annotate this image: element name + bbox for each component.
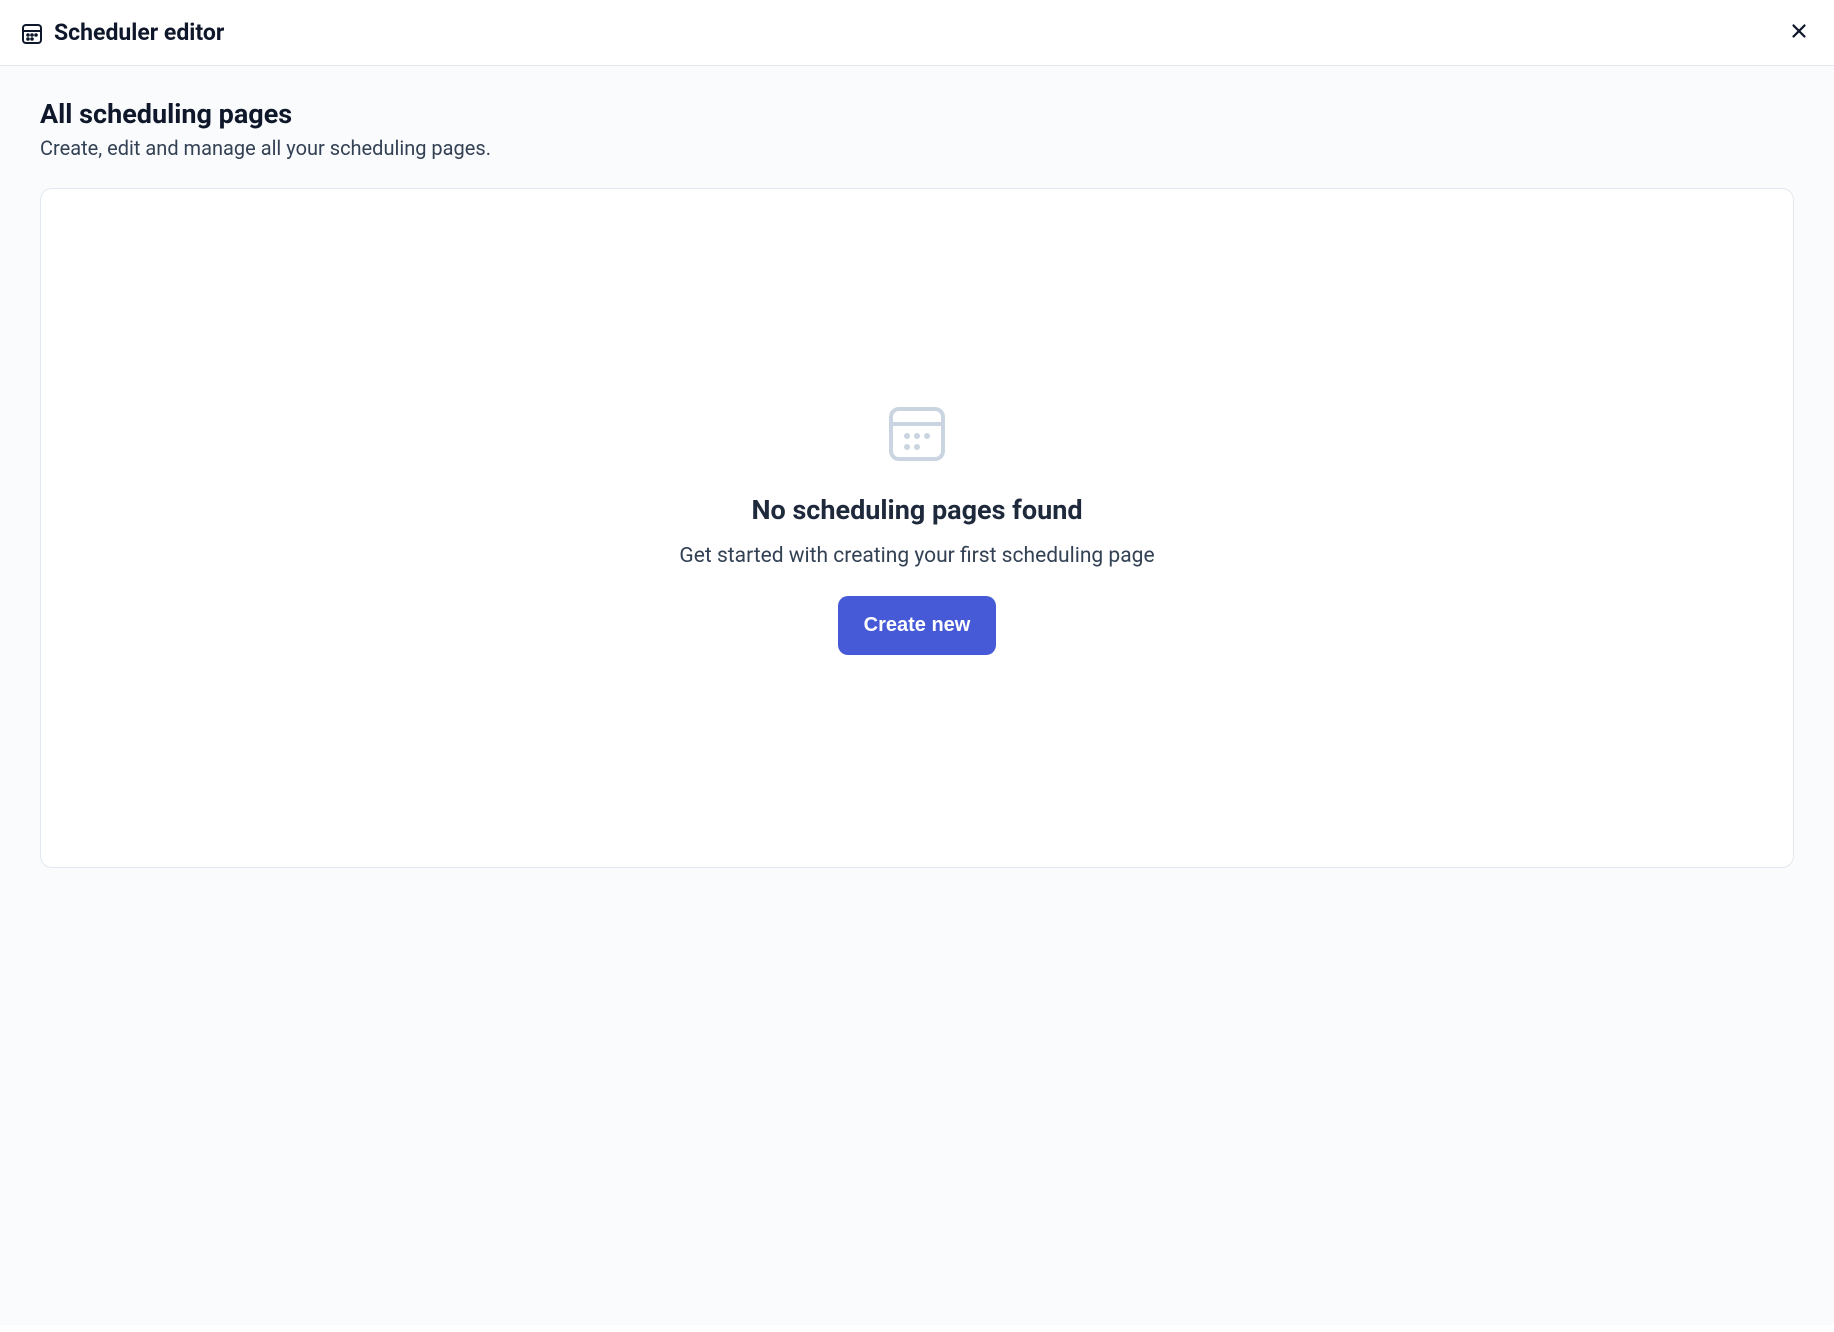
page-subtitle: Create, edit and manage all your schedul… [40, 136, 1794, 160]
page-title: All scheduling pages [40, 98, 1794, 130]
empty-state-title: No scheduling pages found [751, 494, 1082, 526]
header: Scheduler editor [0, 0, 1834, 66]
main-content: All scheduling pages Create, edit and ma… [0, 66, 1834, 1325]
header-left: Scheduler editor [20, 19, 224, 46]
calendar-icon [20, 21, 44, 45]
close-button[interactable] [1784, 16, 1814, 49]
empty-state-description: Get started with creating your first sch… [679, 544, 1154, 568]
content-card: No scheduling pages found Get started wi… [40, 188, 1794, 868]
create-new-button[interactable]: Create new [838, 596, 997, 655]
empty-state-calendar-icon [885, 402, 949, 470]
empty-state: No scheduling pages found Get started wi… [679, 402, 1154, 655]
header-title: Scheduler editor [54, 19, 224, 46]
close-icon [1788, 20, 1810, 45]
